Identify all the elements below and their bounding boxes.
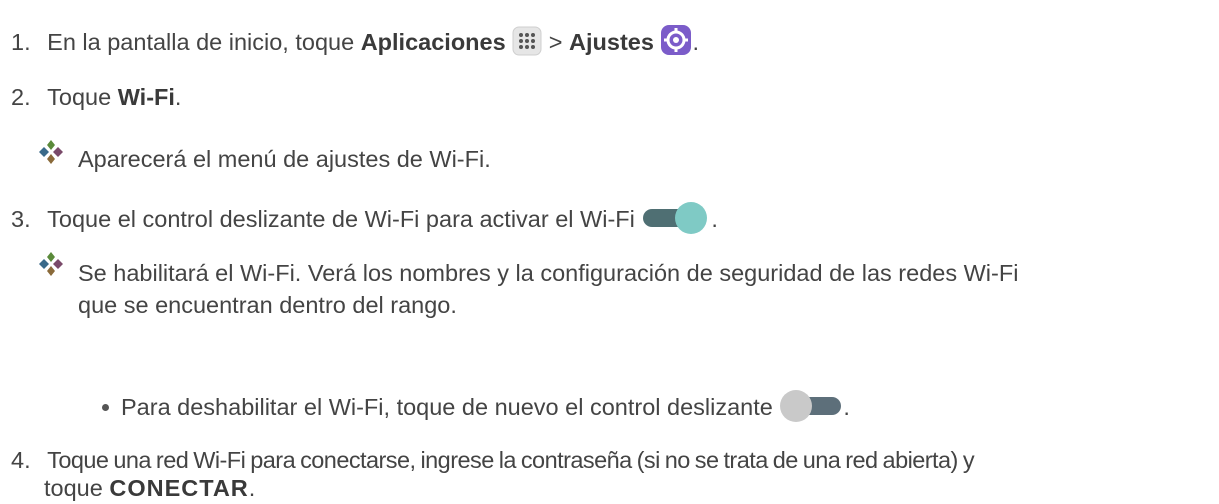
connect-label: CONECTAR <box>109 475 249 501</box>
step-4-line-1: 4. Toque una red Wi-Fi para conectarse, … <box>11 446 975 474</box>
step-2: 2. Toque Wi-Fi. <box>11 83 181 111</box>
step-text: Toque <box>47 84 118 110</box>
step-number: 4. <box>11 447 31 473</box>
step-1: 1. En la pantalla de inicio, toque Aplic… <box>11 24 699 62</box>
step-end: . <box>692 29 699 55</box>
diamond-bullet-icon <box>39 252 63 276</box>
bullet-dot <box>102 404 109 411</box>
step-3: 3. Toque el control deslizante de Wi-Fi … <box>11 201 718 241</box>
step-end: . <box>174 84 182 110</box>
step-text: toque <box>44 475 110 501</box>
bullet-item: Para deshabilitar el Wi-Fi, toque de nue… <box>102 389 850 429</box>
step-end: . <box>248 475 256 501</box>
result-2-line-2: que se encuentran dentro del rango. <box>78 292 457 318</box>
step-end: . <box>711 206 718 232</box>
toggle-on-icon <box>641 201 711 241</box>
apps-label: Aplicaciones <box>360 29 506 55</box>
result-1: Aparecerá el menú de ajustes de Wi-Fi. <box>78 146 491 172</box>
arrow-separator: > <box>542 29 570 55</box>
toggle-off-icon <box>779 389 843 429</box>
step-number: 3. <box>11 206 31 232</box>
result-2-line-1: Se habilitará el Wi-Fi. Verá los nombres… <box>78 260 1019 286</box>
diamond-bullet-icon <box>39 140 63 164</box>
step-text: En la pantalla de inicio, toque <box>47 29 361 55</box>
step-4-line-2: toque CONECTAR. <box>44 474 255 502</box>
apps-grid-icon <box>512 26 542 62</box>
settings-label: Ajustes <box>569 29 654 55</box>
step-text: Toque una red Wi-Fi para conectarse, ing… <box>47 447 975 473</box>
step-text: Toque el control deslizante de Wi-Fi par… <box>47 206 635 232</box>
bullet-end: . <box>843 394 850 420</box>
wifi-label: Wi-Fi <box>117 84 175 110</box>
step-number: 2. <box>11 84 31 110</box>
settings-gear-icon <box>660 24 692 62</box>
bullet-text: Para deshabilitar el Wi-Fi, toque de nue… <box>121 394 773 420</box>
step-number: 1. <box>11 29 31 55</box>
